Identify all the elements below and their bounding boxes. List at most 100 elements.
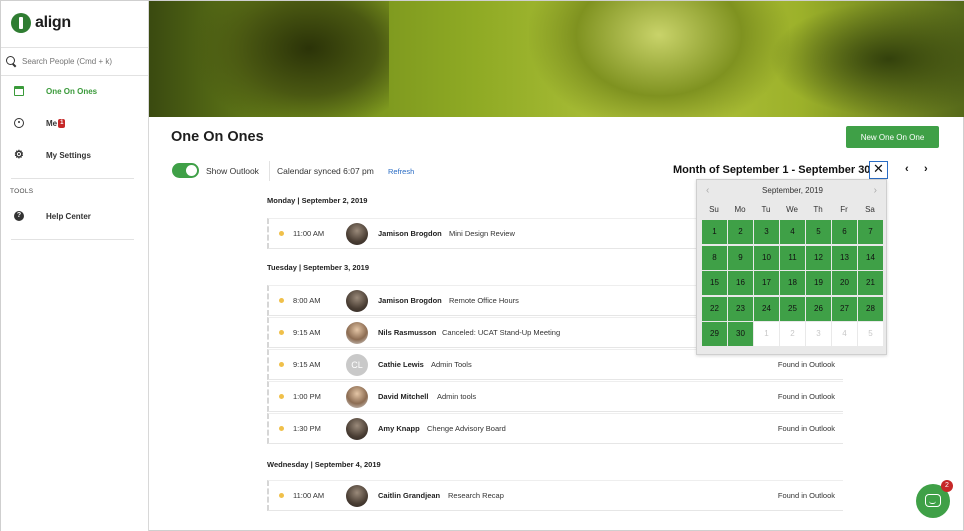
sidebar-item-one-on-ones[interactable]: One On Ones [1, 78, 148, 104]
event-title: Chenge Advisory Board [427, 424, 506, 433]
event-source: Found in Outlook [777, 392, 835, 401]
avatar [346, 484, 368, 507]
sidebar-divider [11, 239, 134, 240]
datepicker-day[interactable]: 19 [806, 271, 831, 295]
new-one-on-one-button[interactable]: New One On One [846, 126, 939, 148]
day-header: Tuesday | September 3, 2019 [267, 263, 370, 272]
sidebar-item-label-wrap: Me 1 [46, 118, 66, 128]
event-person: Caitlin Grandjean [378, 491, 441, 500]
event-time: 9:15 AM [293, 328, 321, 337]
event-time: 9:15 AM [293, 360, 321, 369]
event-title: Admin Tools [431, 360, 472, 369]
event-row[interactable]: 11:00 AM Caitlin Grandjean Research Reca… [267, 480, 843, 511]
month-range-title[interactable]: Month of September 1 - September 30 [673, 164, 870, 176]
sidebar-item-label: Me [46, 118, 58, 128]
datepicker-day[interactable]: 28 [858, 296, 883, 321]
refresh-link[interactable]: Refresh [388, 167, 414, 176]
notification-badge: 1 [58, 118, 66, 128]
event-person: David Mitchell [378, 392, 429, 401]
weekday-label: Tu [761, 205, 771, 214]
hero-banner-image [149, 1, 964, 117]
datepicker-day[interactable]: 18 [780, 271, 805, 295]
datepicker-month-label: September, 2019 [762, 186, 823, 195]
datepicker-day[interactable]: 13 [832, 245, 857, 270]
sidebar-item-my-settings[interactable]: ⚙ My Settings [1, 142, 148, 168]
datepicker-day[interactable]: 25 [780, 296, 805, 321]
datepicker-day[interactable]: 12 [806, 245, 831, 270]
chevron-left-icon[interactable]: ‹ [905, 163, 909, 175]
datepicker-day[interactable]: 4 [780, 220, 805, 244]
event-person: Nils Rasmusson [378, 328, 437, 337]
datepicker-day[interactable]: 10 [754, 245, 779, 270]
datepicker-day-outside[interactable]: 3 [806, 322, 831, 346]
datepicker-day[interactable]: 29 [702, 322, 727, 346]
datepicker-day[interactable]: 9 [728, 245, 753, 270]
chat-launcher-button[interactable]: 2 [916, 480, 953, 518]
avatar [346, 321, 368, 344]
event-time: 1:30 PM [293, 424, 321, 433]
help-icon: ? [14, 211, 24, 221]
day-header: Wednesday | September 4, 2019 [267, 460, 381, 469]
event-person: Jamison Brogdon [378, 229, 442, 238]
datepicker-day[interactable]: 6 [832, 220, 857, 244]
search-icon [6, 56, 17, 67]
event-dot-icon [279, 493, 284, 498]
search-input[interactable] [22, 57, 142, 66]
event-row[interactable]: 1:00 PM David Mitchell Admin tools Found… [267, 381, 843, 412]
sidebar-divider [11, 178, 134, 179]
datepicker-day[interactable]: 14 [858, 245, 883, 270]
event-title: Mini Design Review [449, 229, 515, 238]
datepicker-day[interactable]: 24 [754, 296, 779, 321]
day-header: Monday | September 2, 2019 [267, 196, 368, 205]
event-source: Found in Outlook [777, 360, 835, 369]
weekday-label: Sa [865, 205, 875, 214]
datepicker-day[interactable]: 17 [754, 271, 779, 295]
event-time: 8:00 AM [293, 296, 321, 305]
datepicker-day-outside[interactable]: 5 [858, 322, 883, 346]
weekday-label: We [786, 205, 798, 214]
datepicker-day[interactable]: 8 [702, 245, 727, 270]
close-icon[interactable]: ✕ [869, 161, 888, 179]
datepicker-day[interactable]: 26 [806, 296, 831, 321]
sidebar-item-help-center[interactable]: ? Help Center [1, 203, 148, 229]
event-dot-icon [279, 330, 284, 335]
avatar [346, 417, 368, 440]
hero-shade [189, 1, 389, 117]
datepicker-day[interactable]: 2 [728, 220, 753, 244]
sidebar-item-me[interactable]: Me 1 [1, 110, 148, 136]
datepicker-day[interactable]: 1 [702, 220, 727, 244]
datepicker-day[interactable]: 15 [702, 271, 727, 295]
logo[interactable]: align [11, 13, 71, 33]
datepicker-day[interactable]: 27 [832, 296, 857, 321]
event-row[interactable]: 1:30 PM Amy Knapp Chenge Advisory Board … [267, 413, 843, 444]
datepicker-day[interactable]: 11 [780, 245, 805, 270]
datepicker-day[interactable]: 7 [858, 220, 883, 244]
datepicker-day[interactable]: 3 [754, 220, 779, 244]
event-dot-icon [279, 362, 284, 367]
event-person: Jamison Brogdon [378, 296, 442, 305]
datepicker-day[interactable]: 23 [728, 296, 753, 321]
avatar [346, 289, 368, 312]
weekday-label: Su [709, 205, 719, 214]
datepicker-day-outside[interactable]: 1 [754, 322, 779, 346]
chat-unread-badge: 2 [941, 480, 953, 492]
datepicker-day[interactable]: 22 [702, 296, 727, 321]
show-outlook-toggle[interactable] [172, 163, 199, 178]
calendar-synced-status: Calendar synced 6:07 pm [277, 166, 374, 176]
event-title: Admin tools [437, 392, 477, 401]
weekday-label: Fr [840, 205, 848, 214]
datepicker-day-outside[interactable]: 4 [832, 322, 857, 346]
datepicker-day[interactable]: 20 [832, 271, 857, 295]
datepicker-day[interactable]: 16 [728, 271, 753, 295]
event-title: Remote Office Hours [449, 296, 519, 305]
sidebar: align One On Ones Me1 ⚙ My Settings TOOL… [1, 1, 149, 531]
sidebar-item-label: Help Center [46, 211, 91, 221]
datepicker-next-icon[interactable]: › [874, 185, 877, 196]
datepicker-day[interactable]: 5 [806, 220, 831, 244]
datepicker-day-outside[interactable]: 2 [780, 322, 805, 346]
avatar: CL [346, 353, 368, 376]
datepicker-day[interactable]: 30 [728, 322, 753, 346]
chevron-right-icon[interactable]: › [924, 163, 928, 175]
show-outlook-label: Show Outlook [206, 166, 259, 176]
datepicker-day[interactable]: 21 [858, 271, 883, 295]
